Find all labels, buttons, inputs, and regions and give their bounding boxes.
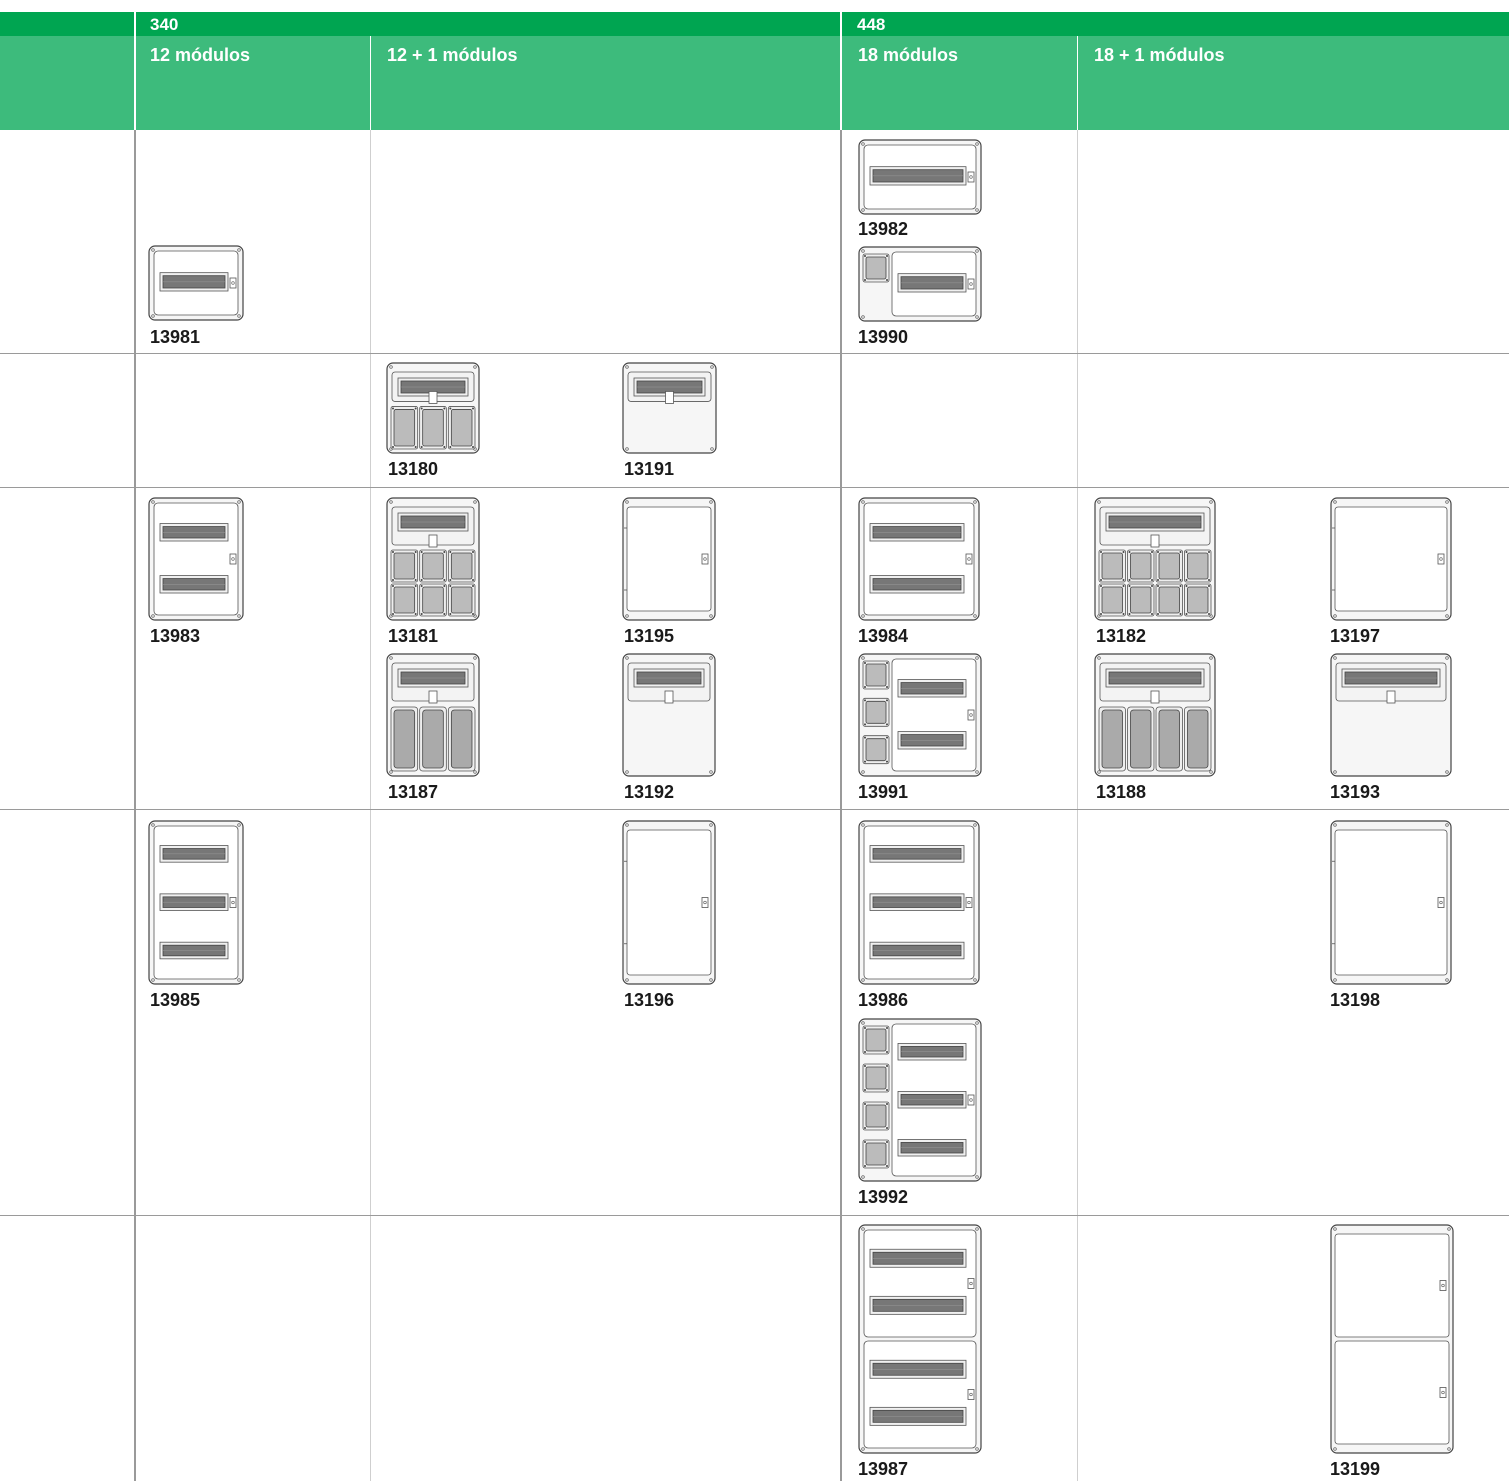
- product-13180: [386, 362, 480, 454]
- enclosure-illustration: [858, 497, 980, 621]
- enclosure-illustration: [858, 1224, 982, 1454]
- enclosure-illustration: [622, 497, 716, 621]
- enclosure-illustration: [858, 820, 980, 985]
- product-13199: [1330, 1224, 1454, 1454]
- product-code-label: 13991: [858, 782, 909, 802]
- column-header-18-1-modulos: 18 + 1 módulos: [1094, 45, 1225, 65]
- column-header-12-modulos: 12 módulos: [150, 45, 251, 65]
- product-code-label: 13984: [858, 626, 909, 646]
- row-divider: [0, 353, 1509, 354]
- enclosure-illustration: [386, 362, 480, 454]
- header-divider: [370, 36, 371, 130]
- product-code-label: 13196: [624, 990, 675, 1010]
- grid-line: [370, 130, 371, 1481]
- product-code-label: 13990: [858, 327, 909, 347]
- group-340-label: 340: [150, 15, 179, 34]
- product-13187: [386, 653, 480, 777]
- product-code-label: 13195: [624, 626, 675, 646]
- enclosure-illustration: [858, 1018, 982, 1182]
- enclosure-illustration: [386, 653, 480, 777]
- row-divider: [0, 487, 1509, 488]
- header-divider: [840, 12, 842, 130]
- enclosure-illustration: [622, 653, 716, 777]
- product-code-label: 13182: [1096, 626, 1147, 646]
- enclosure-illustration: [1330, 497, 1452, 621]
- enclosure-illustration: [1094, 653, 1216, 777]
- product-13182: [1094, 497, 1216, 621]
- enclosure-illustration: [148, 497, 244, 621]
- product-code-label: 13199: [1330, 1459, 1381, 1479]
- product-code-label: 13191: [624, 459, 675, 479]
- column-header-12-1-modulos: 12 + 1 módulos: [387, 45, 518, 65]
- enclosure-illustration: [386, 497, 480, 621]
- product-code-label: 13983: [150, 626, 201, 646]
- header-divider: [1077, 36, 1078, 130]
- product-code-label: 13982: [858, 219, 909, 239]
- product-13990: [858, 246, 982, 322]
- grid-line: [134, 130, 136, 1481]
- enclosure-illustration: [858, 246, 982, 322]
- column-header-18-modulos: 18 módulos: [858, 45, 959, 65]
- grid-line: [840, 130, 842, 1481]
- product-13985: [148, 820, 244, 985]
- row-divider: [0, 1215, 1509, 1216]
- group-448-label: 448: [857, 15, 886, 34]
- product-code-label: 13987: [858, 1459, 909, 1479]
- product-code-label: 13985: [150, 990, 201, 1010]
- enclosure-illustration: [148, 245, 244, 321]
- product-code-label: 13198: [1330, 990, 1381, 1010]
- enclosure-illustration: [1094, 497, 1216, 621]
- product-code-label: 13981: [150, 327, 201, 347]
- product-code-label: 13187: [388, 782, 439, 802]
- enclosure-illustration: [622, 820, 716, 985]
- enclosure-illustration: [858, 139, 982, 215]
- product-13188: [1094, 653, 1216, 777]
- product-13181: [386, 497, 480, 621]
- product-code-label: 13181: [388, 626, 439, 646]
- product-13991: [858, 653, 982, 777]
- product-code-label: 13986: [858, 990, 909, 1010]
- product-13982: [858, 139, 982, 215]
- product-matrix-page: 340 448 12 módulos 12 + 1 módulos 18 mód…: [0, 0, 1509, 1481]
- enclosure-illustration: [622, 362, 717, 454]
- enclosure-illustration: [858, 653, 982, 777]
- product-code-label: 13992: [858, 1187, 909, 1207]
- row-divider: [0, 809, 1509, 810]
- grid-line: [1077, 130, 1078, 1481]
- enclosure-illustration: [1330, 820, 1452, 985]
- product-code-label: 13180: [388, 459, 439, 479]
- product-13193: [1330, 653, 1452, 777]
- product-code-label: 13197: [1330, 626, 1381, 646]
- product-13986: [858, 820, 980, 985]
- enclosure-illustration: [1330, 653, 1452, 777]
- product-13992: [858, 1018, 982, 1182]
- product-13192: [622, 653, 716, 777]
- product-13191: [622, 362, 717, 454]
- header-group-row: [0, 12, 1509, 36]
- enclosure-illustration: [148, 820, 244, 985]
- product-13983: [148, 497, 244, 621]
- product-code-label: 13192: [624, 782, 675, 802]
- product-13196: [622, 820, 716, 985]
- product-13195: [622, 497, 716, 621]
- product-13984: [858, 497, 980, 621]
- header-divider: [134, 12, 136, 130]
- product-code-label: 13188: [1096, 782, 1147, 802]
- product-13981: [148, 245, 244, 321]
- product-13197: [1330, 497, 1452, 621]
- product-code-label: 13193: [1330, 782, 1381, 802]
- product-13987: [858, 1224, 982, 1454]
- enclosure-illustration: [1330, 1224, 1454, 1454]
- product-13198: [1330, 820, 1452, 985]
